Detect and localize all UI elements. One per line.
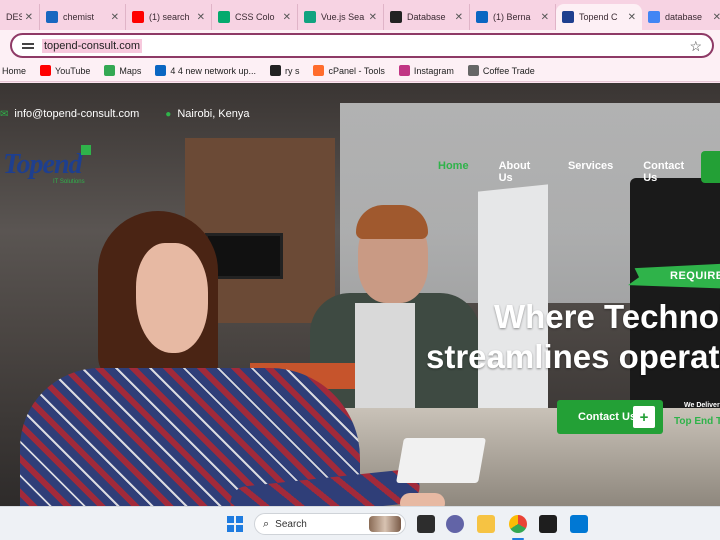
close-icon[interactable]: ✕ <box>111 12 119 23</box>
tab-6[interactable]: (1) Berna✕ <box>470 4 556 30</box>
google-icon <box>648 11 660 23</box>
github-icon <box>270 65 281 76</box>
tab-strip: DESI✕chemist✕(1) search✕CSS Colo✕Vue.js … <box>0 0 720 30</box>
bookmark-icon <box>468 65 479 76</box>
chatgpt-icon <box>304 11 316 23</box>
bookmark-label: cPanel - Tools <box>328 66 384 76</box>
nav-contact-us[interactable]: Contact Us <box>643 160 690 184</box>
youtube-icon <box>132 11 144 23</box>
tab-label: Database <box>407 12 452 22</box>
tab-8[interactable]: database✕ <box>642 4 720 30</box>
logo-mark <box>81 145 91 155</box>
tab-label: database <box>665 12 710 22</box>
bookmark-label: Coffee Trade <box>483 66 535 76</box>
close-icon[interactable]: ✕ <box>369 12 377 23</box>
bookmark-6[interactable]: Instagram <box>399 65 454 76</box>
close-icon[interactable]: ✕ <box>283 12 291 23</box>
bookmarks-bar: Home YouTube Maps 4 4 new network up... ry s… <box>0 60 720 82</box>
vuetify-icon <box>46 11 58 23</box>
close-icon[interactable]: ✕ <box>455 12 463 23</box>
site-topbar: ✉ info@topend-consult.com ● Nairobi, Ken… <box>0 102 720 126</box>
tab-label: (1) Berna <box>493 12 538 22</box>
cpanel-icon <box>313 65 324 76</box>
tab-3[interactable]: CSS Colo✕ <box>212 4 298 30</box>
linkedin-icon <box>155 65 166 76</box>
deliver-caption: We Deliver <box>684 402 720 409</box>
plus-icon: + <box>633 406 655 428</box>
nav-about-us[interactable]: About Us <box>499 160 538 184</box>
site-logo[interactable]: Topend IT Solutions <box>3 149 93 189</box>
tab-7[interactable]: Topend C✕ <box>556 4 642 30</box>
tab-0[interactable]: DESI✕ <box>0 4 40 30</box>
tab-label: Topend C <box>579 12 625 22</box>
hero-woman-face <box>136 243 208 353</box>
tab-1[interactable]: chemist✕ <box>40 4 126 30</box>
youtube-icon <box>40 65 51 76</box>
task-view-icon[interactable] <box>417 515 435 533</box>
teams-chat-icon[interactable] <box>446 515 464 533</box>
file-explorer-icon[interactable] <box>477 515 495 533</box>
tab-label: CSS Colo <box>235 12 280 22</box>
nav-home[interactable]: Home <box>438 160 469 184</box>
bookmark-7[interactable]: Coffee Trade <box>468 65 535 76</box>
website-hero: ✉ info@topend-consult.com ● Nairobi, Ken… <box>0 83 720 506</box>
browser-toolbar: topend-consult.com ☆ <box>0 30 720 60</box>
windows-start-icon[interactable] <box>227 516 243 532</box>
vscode-icon[interactable] <box>570 515 588 533</box>
site-settings-icon[interactable] <box>22 41 34 51</box>
tab-4[interactable]: Vue.js Sea✕ <box>298 4 384 30</box>
taskbar-search[interactable]: ⌕ Search <box>254 513 406 535</box>
site-email[interactable]: ✉ info@topend-consult.com <box>0 108 139 120</box>
hero-keyboard <box>396 438 486 483</box>
site-nav: Home About Us Services Contact Us <box>438 160 720 184</box>
site-location: ● Nairobi, Kenya <box>165 108 249 120</box>
tab-label: (1) search <box>149 12 194 22</box>
deliver-tagline: Top End Te <box>674 416 720 427</box>
chrome-icon[interactable] <box>509 515 527 533</box>
bookmark-3[interactable]: 4 4 new network up... <box>155 65 256 76</box>
search-icon: ⌕ <box>263 518 269 531</box>
linkedin-icon <box>476 11 488 23</box>
bookmark-label: YouTube <box>55 66 90 76</box>
bookmark-2[interactable]: Maps <box>104 65 141 76</box>
nav-services[interactable]: Services <box>568 160 613 184</box>
instagram-icon <box>399 65 410 76</box>
address-bar[interactable]: topend-consult.com ☆ <box>10 33 714 58</box>
hero-woman-hand <box>400 493 445 506</box>
bookmark-star-icon[interactable]: ☆ <box>689 38 702 55</box>
hero-man-hair <box>356 205 428 239</box>
tab-2[interactable]: (1) search✕ <box>126 4 212 30</box>
bookmark-5[interactable]: cPanel - Tools <box>313 65 384 76</box>
tab-5[interactable]: Database✕ <box>384 4 470 30</box>
tab-label: chemist <box>63 12 108 22</box>
aiven-icon <box>390 11 402 23</box>
envelope-icon: ✉ <box>0 109 8 120</box>
bookmark-0[interactable]: Home <box>2 66 26 76</box>
location-pin-icon: ● <box>165 109 171 120</box>
windows-taskbar: ⌕ Search <box>0 506 720 540</box>
bookmark-4[interactable]: ry s <box>270 65 300 76</box>
topend-icon <box>562 11 574 23</box>
bookmark-label: Home <box>2 66 26 76</box>
bookmark-label: 4 4 new network up... <box>170 66 256 76</box>
w3schools-icon <box>218 11 230 23</box>
maps-icon <box>104 65 115 76</box>
close-icon[interactable]: ✕ <box>197 12 205 23</box>
tab-label: Vue.js Sea <box>321 12 366 22</box>
bookmark-label: Instagram <box>414 66 454 76</box>
bookmark-1[interactable]: YouTube <box>40 65 90 76</box>
bookmark-label: Maps <box>119 66 141 76</box>
close-icon[interactable]: ✕ <box>25 12 33 23</box>
contact-us-button[interactable]: Contact Us + <box>557 400 663 434</box>
terminal-icon[interactable] <box>539 515 557 533</box>
nav-cta-button[interactable] <box>701 151 720 183</box>
bookmark-label: ry s <box>285 66 300 76</box>
close-icon[interactable]: ✕ <box>541 12 549 23</box>
close-icon[interactable]: ✕ <box>628 12 636 23</box>
hero-headline: Where Technol streamlines operati <box>426 297 720 377</box>
close-icon[interactable]: ✕ <box>713 12 720 23</box>
tab-label: DESI <box>6 12 22 22</box>
search-highlight-image <box>369 516 401 532</box>
url-text[interactable]: topend-consult.com <box>42 39 142 53</box>
